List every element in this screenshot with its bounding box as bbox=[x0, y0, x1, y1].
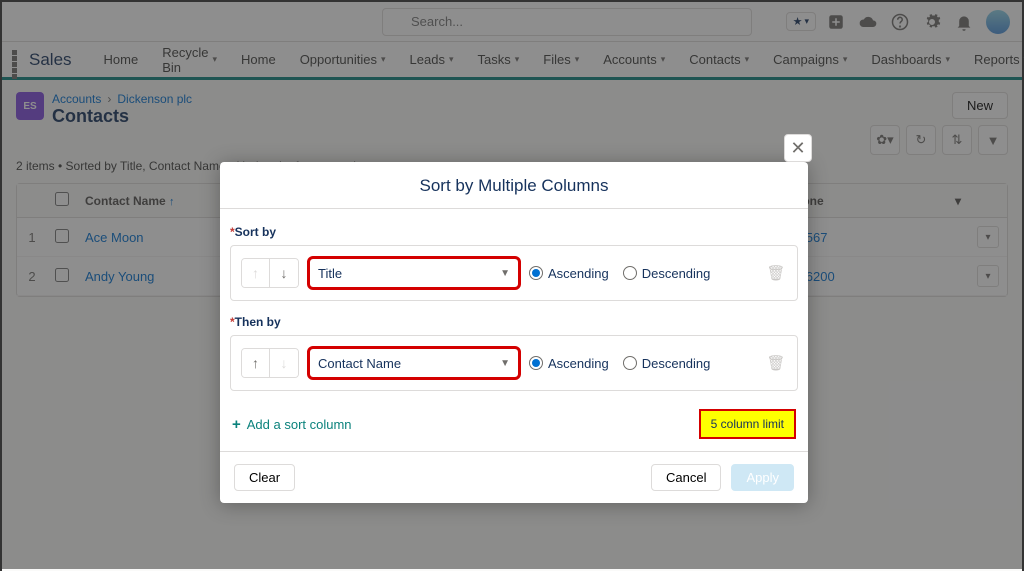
ascending-radio-1[interactable]: Ascending bbox=[529, 266, 609, 281]
add-sort-column-link[interactable]: +Add a sort column bbox=[232, 416, 352, 433]
modal-title: Sort by Multiple Columns bbox=[220, 162, 808, 209]
move-down-button: ↓ bbox=[270, 349, 298, 377]
descending-radio-1[interactable]: Descending bbox=[623, 266, 711, 281]
move-up-button[interactable]: ↑ bbox=[242, 349, 270, 377]
clear-button[interactable]: Clear bbox=[234, 464, 295, 491]
column-limit-label: 5 column limit bbox=[699, 409, 796, 439]
cancel-button[interactable]: Cancel bbox=[651, 464, 721, 491]
ascending-radio-2[interactable]: Ascending bbox=[529, 356, 609, 371]
move-up-button: ↑ bbox=[242, 259, 270, 287]
apply-button[interactable]: Apply bbox=[731, 464, 794, 491]
sort-row-1: ↑ ↓ Title▼ Ascending Descending 🗑 bbox=[230, 245, 798, 301]
descending-radio-2[interactable]: Descending bbox=[623, 356, 711, 371]
move-down-button[interactable]: ↓ bbox=[270, 259, 298, 287]
delete-sort-icon[interactable]: 🗑 bbox=[765, 354, 787, 372]
sort-modal: ✕ Sort by Multiple Columns *Sort by ↑ ↓ … bbox=[220, 162, 808, 503]
close-icon[interactable]: ✕ bbox=[784, 134, 812, 162]
sort-row-2: ↑ ↓ Contact Name▼ Ascending Descending 🗑 bbox=[230, 335, 798, 391]
sort-field-combo-1[interactable]: Title▼ bbox=[309, 258, 519, 288]
delete-sort-icon[interactable]: 🗑 bbox=[765, 264, 787, 282]
reorder-controls: ↑ ↓ bbox=[241, 258, 299, 288]
sort-field-combo-2[interactable]: Contact Name▼ bbox=[309, 348, 519, 378]
reorder-controls: ↑ ↓ bbox=[241, 348, 299, 378]
